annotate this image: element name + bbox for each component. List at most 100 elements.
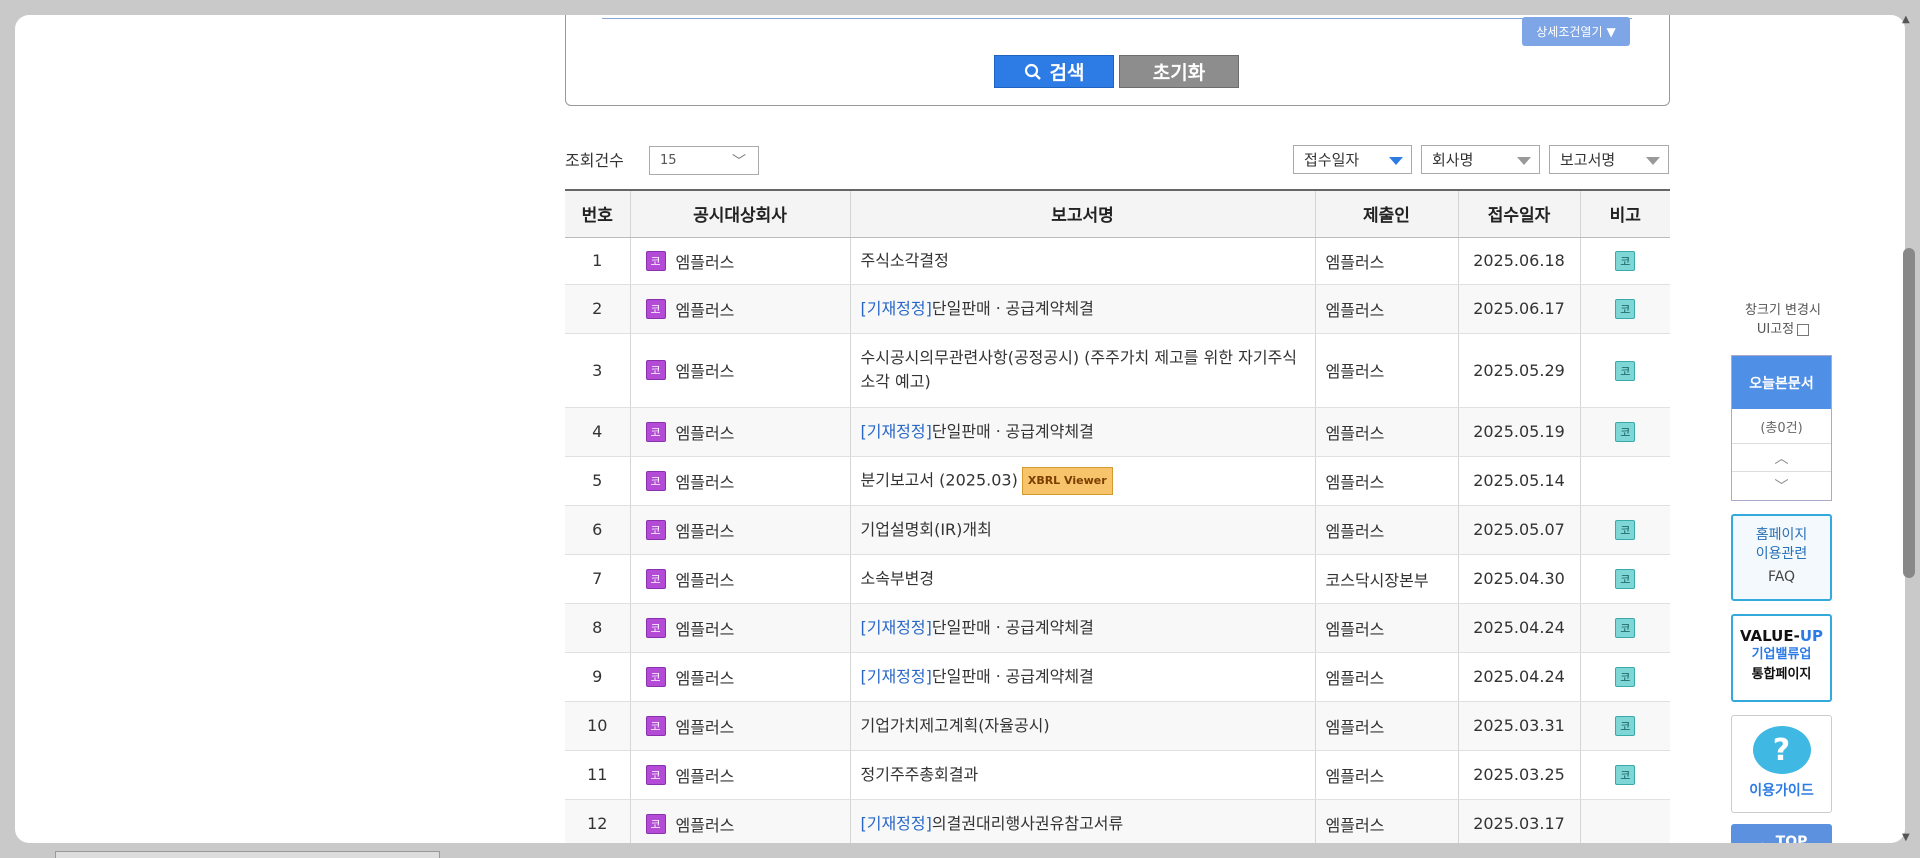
row-number: 7 [565,554,631,604]
table-row[interactable]: 6 코 엠플러스 기업설명회(IR)개최 엠플러스 2025.05.07 코 [565,505,1670,555]
row-correction-tag[interactable]: [기재정정] [861,618,932,637]
sort-by-date-label: 접수일자 [1304,151,1360,169]
triangle-down-icon: ▼ [1606,24,1616,39]
row-correction-tag[interactable]: [기재정정] [861,814,932,833]
row-date: 2025.03.31 [1458,701,1581,751]
faq-link[interactable]: 홈페이지 이용관련 FAQ [1731,514,1832,601]
row-date: 2025.03.17 [1458,799,1581,843]
search-button[interactable]: 검색 [994,55,1114,88]
row-report-link[interactable]: 소속부변경 [861,569,935,588]
recent-documents-title[interactable]: 오늘본문서 [1732,356,1831,409]
row-number: 6 [565,505,631,555]
row-company-link[interactable]: 엠플러스 [676,469,735,493]
table-row[interactable]: 2 코 엠플러스 [기재정정]단일판매ㆍ공급계약체결 엠플러스 2025.06.17 코 [565,284,1670,334]
row-number: 3 [565,333,631,408]
row-note-cell: 코 [1580,701,1670,751]
row-report-link[interactable]: 정기주주총회결과 [861,765,979,784]
row-company-cell: 코 엠플러스 [630,554,851,604]
kosdaq-market-icon: 코 [645,421,666,442]
table-row[interactable]: 7 코 엠플러스 소속부변경 코스닥시장본부 2025.04.30 코 [565,554,1670,604]
row-company-link[interactable]: 엠플러스 [676,714,735,738]
kosdaq-market-icon: 코 [645,764,666,785]
row-report-link[interactable]: 단일판매ㆍ공급계약체결 [932,299,1094,318]
scrollbar-thumb[interactable] [1903,248,1915,578]
page-size-select[interactable]: 15 ﹀ [649,146,759,175]
chevron-down-icon[interactable]: ﹀ [1732,472,1831,500]
row-report-link[interactable]: 수시공시의무관련사항(공정공시) (주주가치 제고를 위한 자기주식 소각 예고… [861,348,1298,391]
row-company-link[interactable]: 엠플러스 [676,812,735,836]
row-submitter: 엠플러스 [1315,284,1459,334]
scroll-top-button[interactable]: ︿ TOP [1731,824,1832,843]
bottom-input-field[interactable] [55,851,440,858]
scroll-up-arrow-icon[interactable]: ▲ [1902,14,1910,25]
kosdaq-note-icon[interactable]: 코 [1615,251,1636,271]
row-date: 2025.06.18 [1458,237,1581,285]
table-row[interactable]: 12 코 엠플러스 [기재정정]의결권대리행사권유참고서류 엠플러스 2025.03.17 [565,799,1670,843]
row-report-cell: 기업설명회(IR)개최 [850,505,1316,555]
row-correction-tag[interactable]: [기재정정] [861,667,932,686]
kosdaq-note-icon[interactable]: 코 [1615,716,1636,736]
value-up-link[interactable]: VALUE-UP 기업밸류업 통합페이지 [1731,614,1832,702]
row-date: 2025.04.24 [1458,652,1581,702]
row-company-cell: 코 엠플러스 [630,652,851,702]
kosdaq-note-icon[interactable]: 코 [1615,520,1636,540]
row-company-link[interactable]: 엠플러스 [676,665,735,689]
table-row[interactable]: 10 코 엠플러스 기업가치제고계획(자율공시) 엠플러스 2025.03.31 코 [565,701,1670,751]
table-row[interactable]: 5 코 엠플러스 분기보고서 (2025.03) XBRL Viewer 엠플러스 2025… [565,456,1670,506]
row-report-link[interactable]: 단일판매ㆍ공급계약체결 [932,667,1094,686]
row-report-link[interactable]: 주식소각결정 [861,251,949,270]
kosdaq-market-icon: 코 [645,666,666,687]
table-row[interactable]: 3 코 엠플러스 수시공시의무관련사항(공정공시) (주주가치 제고를 위한 자기주식… [565,333,1670,408]
row-submitter: 엠플러스 [1315,505,1459,555]
table-row[interactable]: 4 코 엠플러스 [기재정정]단일판매ㆍ공급계약체결 엠플러스 2025.05.19 코 [565,407,1670,457]
row-company-link[interactable]: 엠플러스 [676,420,735,444]
kosdaq-note-icon[interactable]: 코 [1615,360,1636,381]
row-date: 2025.05.07 [1458,505,1581,555]
reset-button[interactable]: 초기화 [1119,55,1239,88]
row-company-link[interactable]: 엠플러스 [676,297,735,321]
row-company-link[interactable]: 엠플러스 [676,518,735,542]
kosdaq-note-icon[interactable]: 코 [1615,422,1636,442]
ui-fix-checkbox[interactable] [1797,323,1810,336]
table-row[interactable]: 1 코 엠플러스 주식소각결정 엠플러스 2025.06.18 코 [565,237,1670,285]
row-company-cell: 코 엠플러스 [630,750,851,800]
sort-by-report-select[interactable]: 보고서명 [1549,145,1669,174]
row-date: 2025.04.30 [1458,554,1581,604]
kosdaq-note-icon[interactable]: 코 [1615,618,1636,638]
kosdaq-market-icon: 코 [645,813,666,834]
sort-by-company-select[interactable]: 회사명 [1421,145,1540,174]
chevron-up-icon[interactable]: ︿ [1732,444,1831,472]
row-company-link[interactable]: 엠플러스 [676,763,735,787]
row-report-link[interactable]: 의결권대리행사권유참고서류 [932,814,1123,833]
row-correction-tag[interactable]: [기재정정] [861,422,932,441]
row-number: 11 [565,750,631,800]
detail-conditions-button[interactable]: 상세조건열기 ▼ [1522,17,1630,46]
row-report-link[interactable]: 단일판매ㆍ공급계약체결 [932,618,1094,637]
page-size-value: 15 [660,153,677,168]
row-note-cell: 코 [1580,237,1670,285]
kosdaq-note-icon[interactable]: 코 [1615,569,1636,589]
row-company-link[interactable]: 엠플러스 [676,616,735,640]
row-report-link[interactable]: 분기보고서 (2025.03) [861,470,1018,489]
row-report-link[interactable]: 기업가치제고계획(자율공시) [861,716,1050,735]
row-submitter: 엠플러스 [1315,701,1459,751]
kosdaq-note-icon[interactable]: 코 [1615,299,1636,319]
row-report-link[interactable]: 단일판매ㆍ공급계약체결 [932,422,1094,441]
row-company-link[interactable]: 엠플러스 [676,567,735,591]
user-guide-link[interactable]: ? 이용가이드 [1731,715,1832,813]
disclosure-table: 번호 공시대상회사 보고서명 제출인 접수일자 비고 1 코 엠플러스 주식소각결정 엠… [565,189,1670,843]
scroll-down-arrow-icon[interactable]: ▼ [1902,832,1910,843]
kosdaq-note-icon[interactable]: 코 [1615,667,1636,687]
row-report-link[interactable]: 기업설명회(IR)개최 [861,520,992,539]
row-correction-tag[interactable]: [기재정정] [861,299,932,318]
table-row[interactable]: 8 코 엠플러스 [기재정정]단일판매ㆍ공급계약체결 엠플러스 2025.04.24 코 [565,603,1670,653]
sort-by-date-select[interactable]: 접수일자 [1293,145,1412,174]
table-row[interactable]: 11 코 엠플러스 정기주주총회결과 엠플러스 2025.03.25 코 [565,750,1670,800]
xbrl-viewer-button[interactable]: XBRL Viewer [1021,466,1113,495]
row-company-link[interactable]: 엠플러스 [676,358,735,382]
row-company-cell: 코 엠플러스 [630,701,851,751]
kosdaq-note-icon[interactable]: 코 [1615,765,1636,785]
row-company-link[interactable]: 엠플러스 [676,249,735,273]
row-date: 2025.05.14 [1458,456,1581,506]
table-row[interactable]: 9 코 엠플러스 [기재정정]단일판매ㆍ공급계약체결 엠플러스 2025.04.24 코 [565,652,1670,702]
